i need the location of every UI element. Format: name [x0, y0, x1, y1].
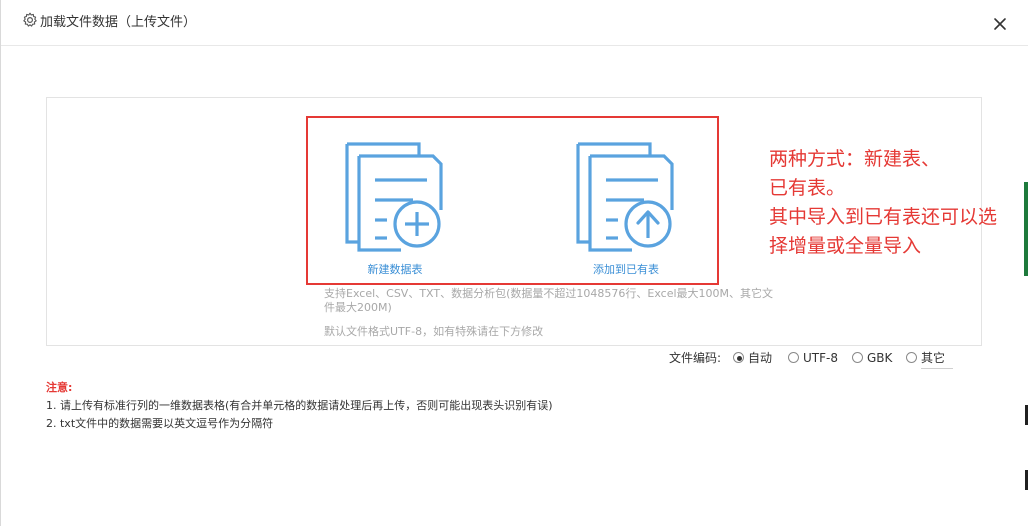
encoding-option-label: 自动 [748, 351, 773, 365]
gear-icon [22, 12, 38, 28]
annotation-line: 已有表。 [769, 177, 846, 199]
upload-dialog: 加载文件数据（上传文件） 新建数据表 添加到已有表 支持Excel、CSV、TX… [0, 0, 1028, 526]
default-encoding-text: 默认文件格式UTF-8，如有特殊请在下方修改 [324, 325, 544, 338]
note-item: 1. 请上传有标准行列的一维数据表格(有合并单元格的数据请处理后再上传，否则可能… [46, 399, 553, 412]
highlight-box [306, 116, 719, 285]
annotation-line: 择增量或全量导入 [769, 235, 922, 257]
encoding-option-label: 其它 [921, 351, 946, 365]
notes-title: 注意: [46, 381, 73, 394]
note-item: 2. txt文件中的数据需要以英文逗号作为分隔符 [46, 417, 274, 430]
dialog-title: 加载文件数据（上传文件） [40, 15, 197, 30]
notes-section: 注意: 1. 请上传有标准行列的一维数据表格(有合并单元格的数据请处理后再上传，… [46, 379, 553, 433]
annotation-note: 两种方式：新建表、 已有表。 其中导入到已有表还可以选 择增量或全量导入 [769, 145, 1027, 261]
radio-circle [733, 352, 744, 363]
annotation-line: 其中导入到已有表还可以选 [769, 206, 998, 228]
other-encoding-input[interactable] [921, 368, 953, 369]
annotation-line: 两种方式：新建表、 [769, 148, 941, 170]
background-window-edge [1024, 182, 1028, 276]
close-icon[interactable] [991, 15, 1009, 33]
encoding-option-label: GBK [867, 351, 893, 365]
radio-circle [852, 352, 863, 363]
support-text: 支持Excel、CSV、TXT、数据分析包(数据量不超过1048576行、Exc… [324, 287, 774, 314]
encoding-label: 文件编码: [669, 351, 722, 365]
dialog-titlebar: 加载文件数据（上传文件） [1, 0, 1028, 46]
radio-dot [737, 356, 742, 361]
encoding-option-label: UTF-8 [803, 351, 838, 365]
radio-circle [906, 352, 917, 363]
radio-circle [788, 352, 799, 363]
